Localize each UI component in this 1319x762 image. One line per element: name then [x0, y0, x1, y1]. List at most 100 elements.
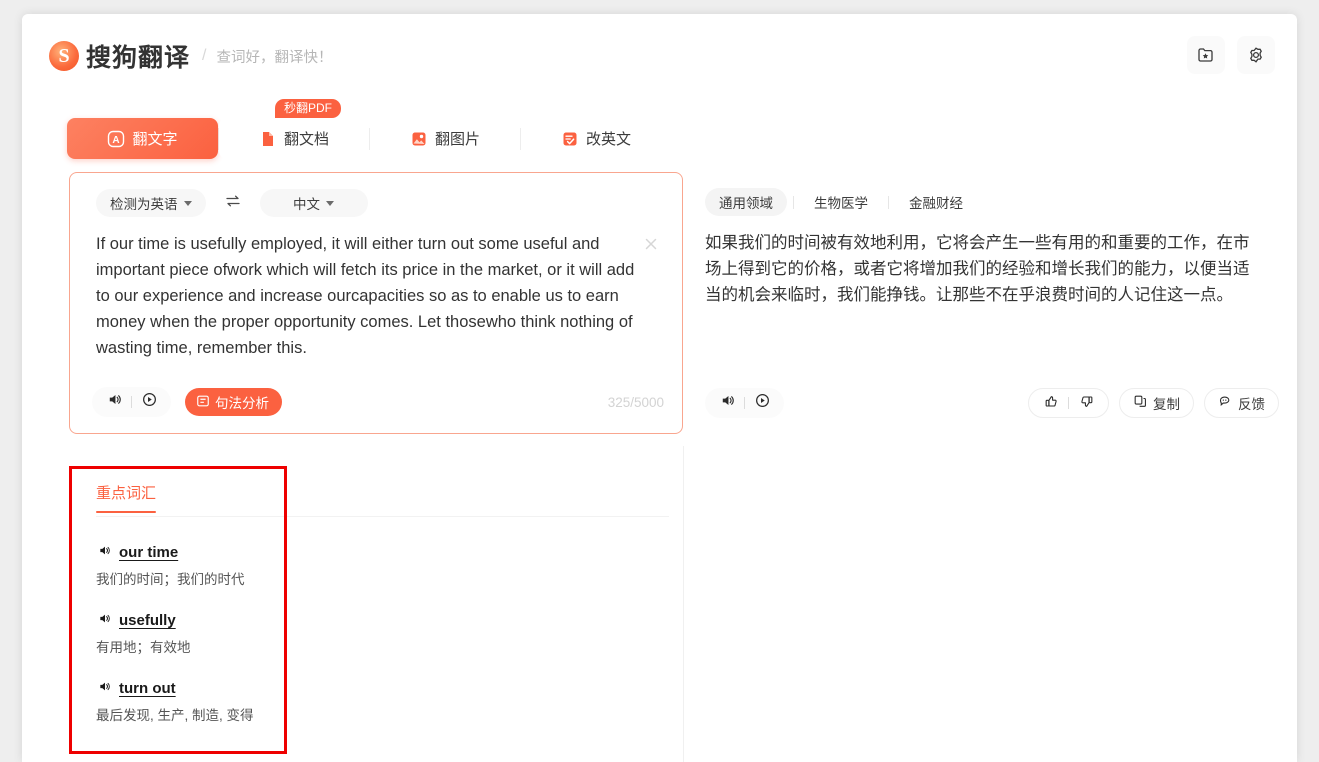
feedback-label: 反馈: [1238, 397, 1265, 412]
toolbar-divider: [744, 397, 745, 409]
close-icon: [642, 238, 660, 257]
tab-label: 改英文: [585, 131, 631, 148]
vocabulary-definition: 最后发现, 生产, 制造, 变得: [96, 708, 254, 723]
slow-speech-icon: [754, 392, 771, 414]
slow-speech-icon: [141, 391, 158, 413]
vocabulary-tab-label: 重点词汇: [96, 485, 157, 502]
rating-group: [1028, 388, 1109, 418]
domain-tab-finance[interactable]: 金融财经: [895, 188, 977, 216]
language-selector-bar: 检测为英语 中文: [96, 189, 368, 217]
target-speaker-button[interactable]: [715, 391, 739, 415]
vocabulary-definition: 我们的时间；我们的时代: [96, 572, 245, 587]
character-counter: 325/5000: [607, 394, 664, 410]
source-toolbar: 句法分析 325/5000: [92, 387, 664, 417]
clear-source-button[interactable]: [642, 235, 660, 253]
sogou-logo-icon: [49, 41, 79, 71]
target-audio-group: [705, 388, 784, 418]
vocabulary-speaker-button[interactable]: [96, 681, 112, 697]
feedback-icon: [1218, 394, 1233, 412]
speaker-icon: [97, 679, 112, 699]
copy-label: 复制: [1153, 397, 1180, 412]
domain-label: 通用领域: [719, 196, 773, 211]
thumbs-up-button[interactable]: [1039, 391, 1063, 415]
tab-translate-image[interactable]: 翻图片: [370, 118, 520, 159]
domain-divider: [793, 195, 794, 209]
favorites-button[interactable]: [1187, 36, 1225, 74]
folder-star-icon: [1196, 45, 1216, 65]
mode-tabs: A 翻文字 翻文档 翻图片 改英文: [67, 118, 671, 159]
brand-slogan: 查词好，翻译快！: [216, 49, 333, 66]
source-audio-group: [92, 387, 171, 417]
vocabulary-divider: [96, 516, 669, 517]
source-panel: 检测为英语 中文 If our time is usefully employe…: [69, 172, 683, 434]
vocabulary-word-row: turn out: [96, 680, 663, 697]
domain-divider: [888, 195, 889, 209]
gear-icon: [1246, 45, 1266, 65]
pdf-badge: 秒翻PDF: [275, 99, 342, 118]
domain-tabs: 通用领域 生物医学 金融财经: [705, 188, 977, 216]
list-item: usefully 有用地；有效地: [96, 612, 663, 656]
document-check-icon: [561, 130, 579, 148]
brand-name: 搜狗翻译: [86, 44, 191, 72]
syntax-analysis-button[interactable]: 句法分析: [185, 388, 282, 416]
vocabulary-definition: 有用地；有效地: [96, 640, 191, 655]
source-textarea[interactable]: If our time is usefully employed, it wil…: [96, 231, 636, 361]
target-toolbar: 复制 反馈: [705, 388, 1279, 418]
copy-icon: [1133, 394, 1148, 412]
tab-translate-document[interactable]: 翻文档: [219, 118, 369, 159]
domain-tab-biomedical[interactable]: 生物医学: [800, 188, 882, 216]
swap-languages-button[interactable]: [222, 192, 244, 214]
vocabulary-panel: 重点词汇 our time 我们的时间；我们的时代 usefully 有用地；有…: [69, 464, 683, 762]
source-language-select[interactable]: 检测为英语: [96, 189, 206, 217]
tab-improve-english[interactable]: 改英文: [521, 118, 671, 159]
panel-divider: [683, 446, 684, 762]
feedback-button[interactable]: 反馈: [1204, 388, 1279, 418]
source-language-label: 检测为英语: [110, 197, 178, 212]
target-language-select[interactable]: 中文: [259, 189, 368, 217]
domain-tab-general[interactable]: 通用领域: [705, 188, 787, 216]
speaker-icon: [106, 391, 123, 413]
settings-button[interactable]: [1237, 36, 1275, 74]
speaker-icon: [97, 611, 112, 631]
tab-label: 翻文档: [283, 131, 329, 148]
document-icon: [259, 130, 277, 148]
source-slow-speech-button[interactable]: [137, 390, 161, 414]
rating-divider: [1068, 397, 1069, 409]
copy-button[interactable]: 复制: [1119, 388, 1194, 418]
translation-output: 如果我们的时间被有效地利用，它将会产生一些有用的和重要的工作，在市场上得到它的价…: [705, 234, 1250, 304]
list-item: our time 我们的时间；我们的时代: [96, 544, 663, 588]
vocabulary-speaker-button[interactable]: [96, 545, 112, 561]
chevron-down-icon: [183, 200, 192, 206]
vocabulary-word[interactable]: turn out: [119, 680, 176, 697]
toolbar-divider: [131, 396, 132, 408]
vocabulary-tabs: 重点词汇: [96, 482, 157, 513]
vocabulary-word[interactable]: usefully: [119, 612, 176, 629]
syntax-tree-icon: [196, 394, 210, 411]
list-item: turn out 最后发现, 生产, 制造, 变得: [96, 680, 663, 724]
thumbs-down-button[interactable]: [1074, 391, 1098, 415]
target-slow-speech-button[interactable]: [750, 391, 774, 415]
speaker-icon: [719, 392, 736, 414]
vocabulary-speaker-button[interactable]: [96, 613, 112, 629]
chevron-down-icon: [326, 200, 334, 206]
brand-separator: /: [202, 47, 207, 64]
thumbs-up-icon: [1044, 394, 1059, 412]
source-speaker-button[interactable]: [102, 390, 126, 414]
swap-arrows-icon: [224, 192, 242, 215]
app-window: 搜狗翻译 / 查词好，翻译快！: [22, 14, 1297, 762]
text-translate-icon: A: [107, 130, 125, 148]
vocabulary-word[interactable]: our time: [119, 544, 178, 561]
tab-label: 翻图片: [434, 131, 480, 148]
tab-key-vocabulary[interactable]: 重点词汇: [96, 482, 157, 513]
brand-logo[interactable]: 搜狗翻译: [49, 38, 190, 74]
app-header: 搜狗翻译 / 查词好，翻译快！: [22, 14, 1297, 98]
domain-label: 金融财经: [909, 196, 963, 211]
target-language-label: 中文: [293, 197, 320, 212]
domain-label: 生物医学: [814, 196, 868, 211]
vocabulary-word-row: our time: [96, 544, 663, 561]
thumbs-down-icon: [1079, 394, 1094, 412]
speaker-icon: [97, 543, 112, 563]
vocabulary-list: our time 我们的时间；我们的时代 usefully 有用地；有效地 tu…: [96, 544, 663, 748]
tab-translate-text[interactable]: A 翻文字: [67, 118, 218, 159]
image-icon: [410, 130, 428, 148]
